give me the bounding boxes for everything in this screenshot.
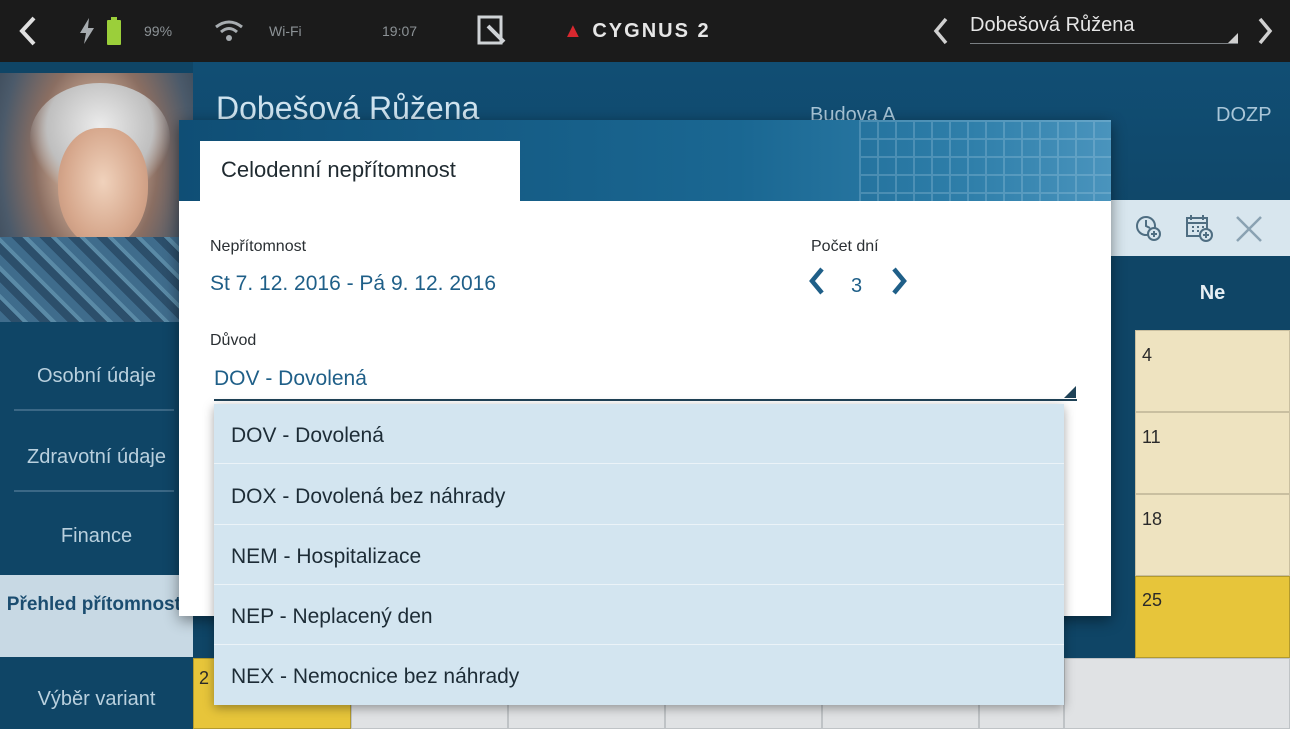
next-patient-chevron-icon[interactable] (1256, 0, 1274, 62)
back-chevron-icon[interactable] (18, 0, 38, 62)
calendar-day-number: 25 (1142, 590, 1163, 610)
close-icon[interactable] (1234, 214, 1262, 242)
dropdown-option-label: NEP - Neplacený den (231, 605, 433, 628)
patient-selector[interactable]: Dobešová Růžena (970, 12, 1238, 54)
calendar-day-number: 2 (199, 668, 210, 688)
dropdown-option[interactable]: NEX - Nemocnice bez náhrady (214, 645, 1064, 705)
sidebar-divider (14, 409, 174, 411)
sidebar-item-finance[interactable]: Finance (0, 525, 193, 548)
calendar-cell[interactable] (1135, 576, 1290, 658)
dropdown-option-label: DOX - Dovolená bez náhrady (231, 485, 506, 508)
dropdown-option[interactable]: NEM - Hospitalizace (214, 525, 1064, 585)
calendar-cell[interactable] (1135, 494, 1290, 576)
add-time-icon[interactable] (1134, 214, 1162, 242)
calendar-cell[interactable] (1135, 330, 1290, 412)
calendar-day-number: 11 (1142, 427, 1161, 447)
dropdown-option-label: DOV - Dovolená (231, 424, 384, 447)
status-bar: 99% Wi-Fi 19:07 ▲ CYGNUS 2 Dobešová Růže… (0, 0, 1290, 62)
sidebar-item-attendance-label: Přehled přítomnosti (6, 594, 187, 615)
dropdown-option[interactable]: DOX - Dovolená bez náhrady (214, 465, 1064, 525)
dialog-title: Celodenní nepřítomnost (221, 157, 456, 182)
wifi-icon (214, 0, 244, 62)
screen-edit-icon[interactable] (476, 0, 510, 62)
wifi-label: Wi-Fi (269, 23, 302, 39)
patient-selector-label: Dobešová Růžena (970, 14, 1135, 36)
sidebar-divider (14, 490, 174, 492)
sidebar-item-health[interactable]: Zdravotní údaje (0, 446, 193, 469)
reason-dropdown-list: DOV - Dovolená DOX - Dovolená bez náhrad… (214, 404, 1064, 705)
calendar-day-number: 18 (1142, 509, 1163, 529)
increment-days-icon[interactable] (889, 266, 909, 303)
dialog-header-pattern (859, 120, 1111, 201)
calendar-cell[interactable] (1135, 412, 1290, 494)
dropdown-option[interactable]: NEP - Neplacený den (214, 585, 1064, 645)
absence-date-range[interactable]: St 7. 12. 2016 - Pá 9. 12. 2016 (210, 272, 496, 296)
dropdown-option-label: NEM - Hospitalizace (231, 545, 422, 568)
brand-logo-mark: ▲ (563, 19, 585, 42)
battery-level: 99% (144, 23, 173, 39)
calendar-day-number: 4 (1142, 345, 1153, 365)
dropdown-option-label: NEX - Nemocnice bez náhrady (231, 665, 520, 688)
dropdown-triangle-icon (1228, 33, 1238, 43)
dropdown-option[interactable]: DOV - Dovolená (214, 404, 1064, 464)
sidebar-item-personal[interactable]: Osobní údaje (0, 365, 193, 388)
days-count-label: Počet dní (811, 238, 879, 255)
patient-department: DOZP (1216, 104, 1272, 126)
decrement-days-icon[interactable] (807, 266, 827, 303)
reason-dropdown-triangle-icon[interactable] (1064, 386, 1076, 398)
reason-select[interactable]: DOV - Dovolená (214, 367, 367, 391)
sidebar-item-variants[interactable]: Výběr variant (0, 688, 193, 711)
add-calendar-icon[interactable] (1185, 214, 1213, 242)
patient-photo (0, 73, 193, 322)
toolbar (1110, 200, 1290, 256)
brand-name: CYGNUS 2 (592, 19, 711, 42)
brand-logo: ▲ CYGNUS 2 (563, 0, 711, 62)
calendar-cell[interactable] (1064, 658, 1290, 729)
days-count-value: 3 (851, 275, 863, 297)
prev-patient-chevron-icon[interactable] (932, 0, 950, 62)
clock: 19:07 (382, 23, 418, 39)
reason-label: Důvod (210, 332, 257, 349)
battery-icon (106, 0, 122, 62)
calendar-day-header: Ne (1199, 282, 1226, 304)
reason-select-underline (214, 399, 1077, 401)
absence-label: Nepřítomnost (210, 238, 307, 255)
charging-icon (78, 0, 96, 62)
